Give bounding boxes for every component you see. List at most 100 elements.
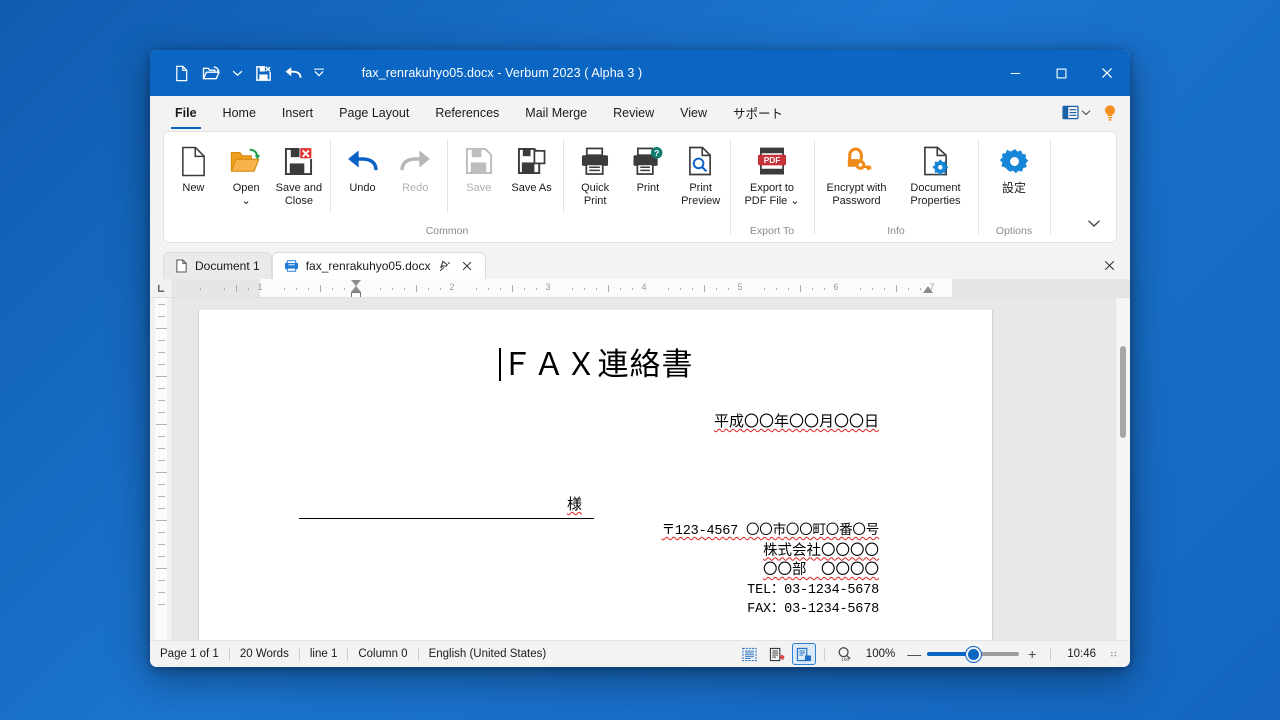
resize-grip[interactable] — [1107, 648, 1121, 661]
document-address-block: 〒123-4567 〇〇市〇〇町〇番〇号 株式会社〇〇〇〇 〇〇部 〇〇〇〇 T… — [599, 522, 880, 620]
chevron-down-icon — [1081, 110, 1091, 116]
ribbon-group-options-label: Options — [995, 225, 1033, 237]
vertical-ruler[interactable] — [150, 298, 173, 640]
status-word-count[interactable]: 20 Words — [230, 644, 299, 665]
minimize-button[interactable] — [992, 50, 1038, 96]
close-button[interactable] — [1084, 50, 1130, 96]
ribbon-redo-button[interactable]: Redo — [389, 138, 442, 195]
close-icon — [1104, 260, 1114, 270]
open-folder-icon — [230, 143, 262, 179]
tab-view[interactable]: View — [667, 96, 720, 129]
status-line-indicator[interactable]: line 1 — [300, 644, 348, 665]
tab-file[interactable]: File — [162, 96, 210, 129]
quick-access-undo-button[interactable] — [278, 58, 308, 88]
ribbon-display-options-button[interactable] — [1059, 103, 1094, 122]
zoom-out-button[interactable]: — — [904, 643, 924, 665]
svg-text:?: ? — [654, 148, 659, 158]
tab-stop-selector[interactable] — [150, 279, 173, 297]
document-canvas[interactable]: ＦＡＸ連絡書 平成〇〇年〇〇月〇〇日 様 〒123-4567 〇〇市〇〇町〇番〇… — [173, 298, 1130, 640]
vertical-scrollbar[interactable] — [1115, 298, 1130, 640]
tab-references[interactable]: References — [422, 96, 512, 129]
ribbon-export-pdf-button[interactable]: PDF Export to PDF File ⌄ — [733, 138, 811, 207]
vertical-scrollbar-thumb[interactable] — [1120, 346, 1126, 438]
status-language-indicator[interactable]: English (United States) — [419, 644, 557, 665]
ribbon-new-label: New — [182, 182, 205, 194]
address-line: FAX：03-1234-5678 — [747, 602, 879, 617]
ribbon-print-preview-button[interactable]: Print Preview — [674, 138, 727, 207]
web-layout-view-icon — [769, 647, 785, 661]
export-pdf-icon: PDF — [757, 143, 787, 179]
ribbon-document-properties-button[interactable]: Document Properties — [896, 138, 975, 207]
quick-access-toolbar — [150, 58, 330, 88]
tab-review-label: Review — [613, 105, 655, 120]
zoom-slider[interactable] — [927, 643, 1020, 665]
document-recipient-line: 様 — [299, 493, 594, 519]
ribbon-save-and-close-button[interactable]: Save and Close — [273, 138, 326, 207]
close-all-documents-button[interactable] — [1099, 255, 1119, 275]
web-layout-view-button[interactable] — [765, 643, 789, 665]
ribbon-open-button[interactable]: Open ⌄ — [220, 138, 273, 207]
customize-quick-access-toolbar-icon[interactable] — [308, 58, 330, 88]
ribbon-encrypt-with-password-button[interactable]: Encrypt with Password — [817, 138, 896, 207]
ruler-number: 2 — [449, 282, 455, 292]
maximize-button[interactable] — [1038, 50, 1084, 96]
status-column-indicator[interactable]: Column 0 — [348, 644, 417, 665]
close-tab-button[interactable] — [459, 259, 474, 274]
zoom-slider-handle[interactable] — [966, 646, 982, 662]
pin-tab-icon[interactable] — [437, 259, 452, 274]
zoom-tool-button[interactable]: 100 — [833, 643, 857, 665]
ribbon-print-label: Print — [636, 182, 660, 194]
tab-mail-merge[interactable]: Mail Merge — [512, 96, 600, 129]
ribbon-save-button[interactable]: Save — [452, 138, 505, 195]
tab-review[interactable]: Review — [600, 96, 667, 129]
tell-me-button[interactable] — [1100, 102, 1120, 124]
fax-document-icon — [284, 260, 298, 272]
document-tab-document-1[interactable]: Document 1 — [163, 252, 272, 279]
ruler-number: 1 — [257, 282, 263, 292]
tab-home-label: Home — [222, 105, 256, 120]
print-layout-view-button[interactable] — [791, 643, 816, 665]
window-controls — [992, 50, 1130, 96]
ribbon-quick-print-button[interactable]: Quick Print — [569, 138, 622, 207]
ribbon-save-label: Save — [466, 182, 492, 194]
ribbon-settings-button[interactable]: 設定 — [981, 138, 1047, 195]
quick-access-new-button[interactable] — [166, 58, 196, 88]
horizontal-ruler[interactable]: 1 1 2 3 4 5 6 7 — [150, 279, 1130, 298]
zoom-level-label[interactable]: 100% — [860, 648, 901, 660]
save-icon — [465, 143, 493, 179]
tab-home[interactable]: Home — [210, 96, 269, 129]
left-indent-marker[interactable] — [351, 292, 361, 297]
document-page[interactable]: ＦＡＸ連絡書 平成〇〇年〇〇月〇〇日 様 〒123-4567 〇〇市〇〇町〇番〇… — [198, 310, 993, 640]
ribbon-group-options: 設定 Options — [978, 132, 1050, 242]
lightbulb-icon — [1105, 104, 1115, 121]
ribbon-print-button[interactable]: ? Print — [622, 138, 675, 195]
right-indent-marker[interactable] — [923, 286, 933, 293]
ribbon-separator — [562, 140, 564, 212]
quick-access-open-button[interactable] — [196, 58, 226, 88]
draft-view-button[interactable] — [738, 643, 762, 665]
ribbon-group-info-label: Info — [887, 225, 905, 237]
tab-insert[interactable]: Insert — [269, 96, 326, 129]
quick-access-open-chevron-down-icon[interactable] — [226, 58, 248, 88]
tab-page-layout[interactable]: Page Layout — [326, 96, 422, 129]
ribbon-save-as-button[interactable]: Save As — [505, 138, 558, 195]
document-tab-document-1-label: Document 1 — [195, 259, 260, 273]
ribbon-undo-button[interactable]: Undo — [336, 138, 389, 195]
ribbon-expand-button[interactable] — [1072, 210, 1116, 236]
zoom-in-button[interactable]: + — [1022, 643, 1042, 665]
tab-support[interactable]: サポート — [720, 96, 796, 129]
text-caret — [499, 348, 501, 381]
status-page-indicator[interactable]: Page 1 of 1 — [150, 644, 229, 665]
ribbon-tab-strip: File Home Insert Page Layout References … — [150, 96, 1130, 129]
save-close-icon — [284, 143, 313, 179]
draft-view-icon — [742, 647, 757, 661]
ribbon-document-properties-label: Document Properties — [910, 182, 961, 207]
quick-access-save-and-close-button[interactable] — [248, 58, 278, 88]
document-tab-fax-renrakuhyo05[interactable]: fax_renrakuhyo05.docx — [271, 252, 487, 279]
ruler-number: 5 — [737, 282, 743, 292]
ribbon-display-options-icon — [1062, 105, 1079, 120]
ribbon-new-button[interactable]: New — [167, 138, 220, 195]
gear-icon — [999, 143, 1030, 179]
redo-icon — [399, 143, 432, 179]
ruler-track[interactable]: 1 1 2 3 4 5 6 7 — [173, 279, 1130, 297]
